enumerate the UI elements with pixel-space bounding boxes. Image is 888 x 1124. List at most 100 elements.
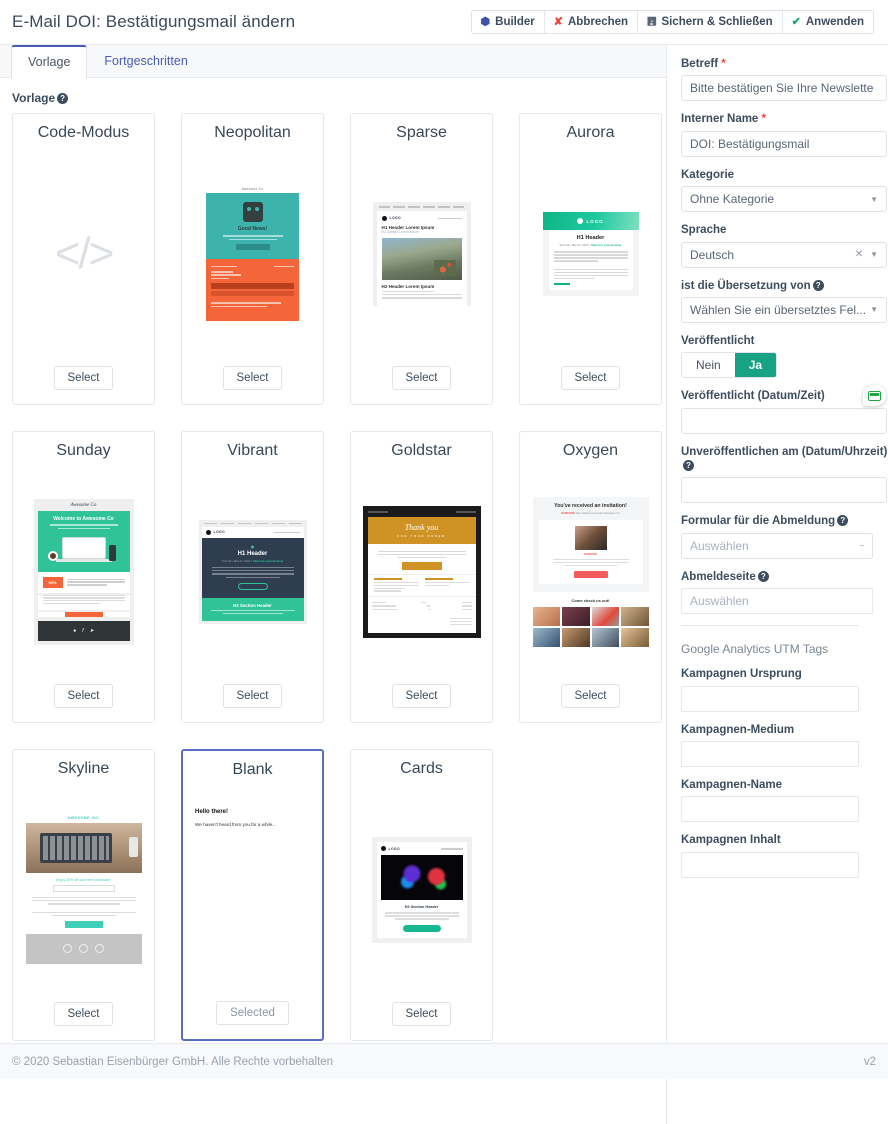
category-select[interactable]: Ohne Kategorie ▼: [681, 186, 887, 213]
preview-h2: Come check us out!: [571, 598, 610, 604]
utm-name-input[interactable]: [681, 796, 859, 823]
builder-icon: ⬢: [480, 15, 491, 28]
save-and-close-button[interactable]: 🖪 Sichern & Schließen: [638, 11, 783, 33]
template-card-code-modus[interactable]: Code-Modus </> Select: [12, 113, 155, 405]
assistant-bot-icon[interactable]: [863, 385, 886, 407]
twitter-icon: ➤: [89, 627, 94, 634]
field-unpublished-date: Unveröffentlichen am (Datum/Uhrzeit)?: [681, 445, 888, 504]
published-toggle-no[interactable]: Nein: [682, 353, 735, 378]
select-button[interactable]: Select: [53, 684, 114, 708]
utm-source-label: Kampagnen Ursprung: [681, 668, 802, 681]
laptop-illustration: [44, 533, 124, 567]
template-card-sunday[interactable]: Sunday Awesome Co Welcome to Awesome Co: [12, 431, 155, 723]
preview-logo: LOGO: [586, 218, 604, 224]
aurora-preview: LOGO H1 Header Vol 2.11 • Mar 27, 2017 •…: [542, 212, 639, 296]
preview-tag: 50%: [42, 577, 63, 589]
select-button[interactable]: Select: [222, 366, 283, 390]
subject-input[interactable]: [681, 75, 887, 102]
required-marker: *: [761, 113, 767, 126]
template-grid: Code-Modus </> Select Neopolitan Awesome…: [0, 113, 666, 1057]
logo-dot-icon: [381, 215, 387, 221]
template-card-skyline[interactable]: Skyline AWESOME INC Enjoy 30% off your n…: [12, 749, 155, 1041]
builder-button[interactable]: ⬢ Builder: [471, 11, 545, 33]
select-button[interactable]: Select: [53, 366, 114, 390]
template-card-cards[interactable]: Cards LOGO H2 Section Header Select: [350, 749, 493, 1041]
chevron-down-icon: ▼: [870, 305, 878, 315]
field-utm-content: Kampagnen Inhalt: [681, 833, 888, 878]
utm-medium-input[interactable]: [681, 740, 859, 767]
apply-button-label: Anwenden: [805, 16, 864, 28]
main-layout: Vorlage Fortgeschritten Vorlage? Code-Mo…: [0, 45, 888, 1124]
select-button[interactable]: Select: [560, 366, 621, 390]
code-icon: </>: [54, 229, 115, 278]
preview-h2: H2 Section Header: [404, 905, 439, 910]
template-name: Blank: [232, 761, 273, 778]
utm-medium-label: Kampagnen-Medium: [681, 723, 795, 736]
unsub-form-label: Formular für die Abmeldung?: [681, 514, 888, 528]
preview-name: SOMEONE: [583, 552, 598, 556]
section-label: Vorlage?: [0, 78, 666, 113]
select-button[interactable]: Selected: [216, 1001, 289, 1025]
preview-p: We haven't heard from you for a while...: [195, 822, 276, 827]
tab-fortgeschritten[interactable]: Fortgeschritten: [87, 45, 204, 77]
top-bar: E-Mail DOI: Bestätigungsmail ändern ⬢ Bu…: [0, 0, 888, 45]
save-icon: 🖪: [647, 15, 657, 28]
help-icon[interactable]: ?: [57, 93, 69, 104]
published-toggle-yes[interactable]: Ja: [734, 353, 777, 378]
template-name: Neopolitan: [214, 124, 291, 141]
vibrant-preview: LOGO ● H1 Header Vol 2.11 • Mar 27, 2017…: [198, 519, 307, 625]
preview-h2b: H2 Header Lorem Ipsum: [381, 283, 435, 289]
template-card-vibrant[interactable]: Vibrant LOGO ● H1 Header Vol 2.11 • Mar …: [181, 431, 324, 723]
template-card-neopolitan[interactable]: Neopolitan Awesome Co Good News! Select: [181, 113, 324, 405]
utm-content-label: Kampagnen Inhalt: [681, 834, 781, 847]
help-icon[interactable]: ?: [683, 460, 694, 471]
cancel-button[interactable]: ✘ Abbrechen: [544, 11, 639, 33]
template-card-sparse[interactable]: Sparse LOGO H1 Header Lorem Ipsum H2 Sub…: [350, 113, 493, 405]
select-button[interactable]: Select: [222, 684, 283, 708]
select-button[interactable]: Select: [53, 1002, 114, 1026]
unsub-form-label-text: Formular für die Abmeldung: [681, 515, 836, 528]
template-card-blank[interactable]: Blank Hello there! We haven't heard from…: [181, 749, 324, 1041]
help-icon[interactable]: ?: [837, 515, 849, 527]
preview-h1: Thank you: [404, 522, 439, 532]
published-toggle[interactable]: Nein Ja: [681, 352, 778, 379]
preview-sub: SOMEONE has invited you to join Awesome …: [560, 510, 621, 515]
template-thumbnail: LOGO H1 Header Lorem Ipsum H2 Subtitle L…: [359, 148, 484, 360]
field-unsub-form: Formular für die Abmeldung? Auswählen −: [681, 514, 888, 559]
help-icon[interactable]: ?: [812, 279, 824, 291]
toolbar-button-group: ⬢ Builder ✘ Abbrechen 🖪 Sichern & Schlie…: [470, 10, 874, 34]
preview-photo: [380, 855, 463, 901]
utm-content-input[interactable]: [681, 851, 859, 878]
chevron-down-icon: ▼: [870, 194, 878, 204]
published-date-input[interactable]: [681, 407, 887, 434]
preview-gallery: [532, 607, 649, 648]
template-card-oxygen[interactable]: Oxygen You've received an invitation! SO…: [519, 431, 662, 723]
select-button[interactable]: Select: [391, 1002, 452, 1026]
select-button[interactable]: Select: [391, 684, 452, 708]
properties-panel: Betreff * Interner Name * Kategorie Ohne…: [667, 45, 888, 1124]
template-card-goldstar[interactable]: Goldstar Thank you FOR YOUR ORDER Select: [350, 431, 493, 723]
tab-vorlage[interactable]: Vorlage: [11, 45, 88, 78]
internal-name-input[interactable]: [681, 130, 887, 157]
template-panel: Vorlage Fortgeschritten Vorlage? Code-Mo…: [0, 45, 667, 1124]
utm-source-input[interactable]: [681, 685, 859, 712]
template-thumbnail: Hello there! We haven't heard from you f…: [191, 785, 314, 995]
unsub-page-input[interactable]: [681, 588, 873, 615]
translation-of-select[interactable]: Wählen Sie ein übersetztes Fel... ▼: [681, 296, 887, 323]
unsub-form-select[interactable]: Auswählen −: [681, 532, 873, 559]
unpublished-date-input[interactable]: [681, 477, 887, 504]
field-internal-name: Interner Name *: [681, 112, 888, 157]
field-utm-name: Kampagnen-Name: [681, 778, 888, 823]
language-select[interactable]: Deutsch ✕ ▼: [681, 241, 887, 268]
select-button[interactable]: Select: [560, 684, 621, 708]
clear-icon[interactable]: ✕: [855, 249, 863, 260]
published-label: Veröffentlicht: [681, 334, 755, 347]
preview-meta: Vol 2.11 • Mar 27, 2017 • View it in you…: [221, 558, 284, 563]
robot-icon: [242, 201, 263, 222]
subject-label: Betreff *: [681, 57, 888, 71]
select-button[interactable]: Select: [391, 366, 452, 390]
help-icon[interactable]: ?: [757, 570, 769, 582]
template-card-aurora[interactable]: Aurora LOGO H1 Header Vol 2.11 • Mar 27,…: [519, 113, 662, 405]
apply-button[interactable]: ✔ Anwenden: [782, 11, 873, 33]
copyright-text: © 2020 Sebastian Eisenbürger GmbH. Alle …: [12, 1055, 334, 1068]
